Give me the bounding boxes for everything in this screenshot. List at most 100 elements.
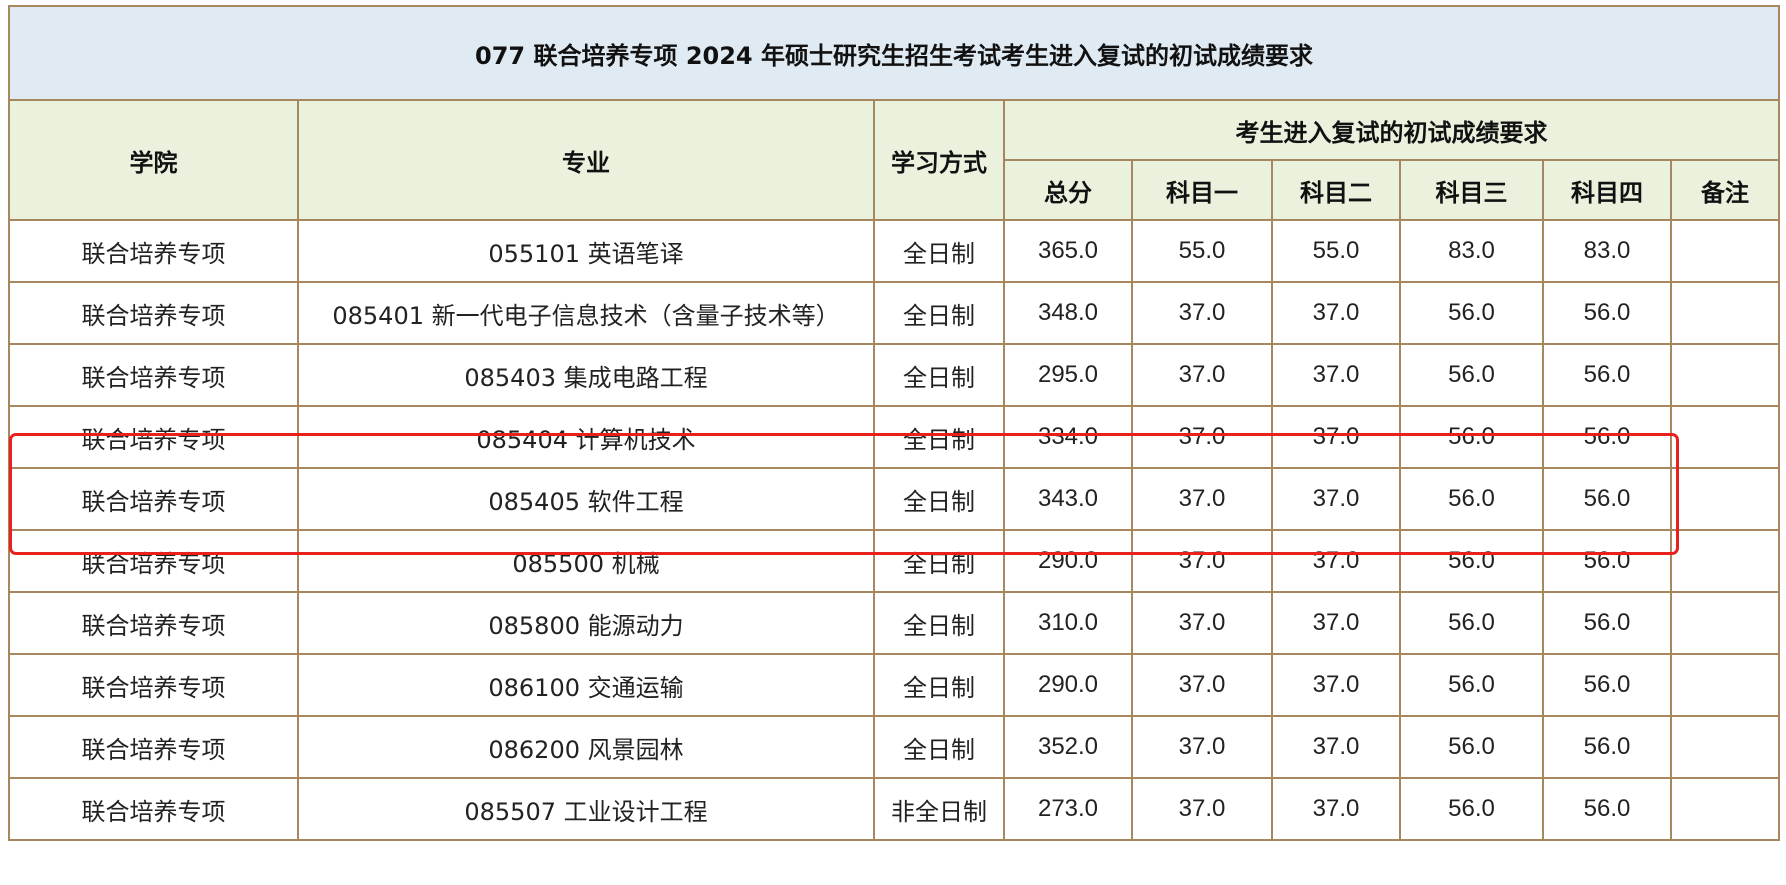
cell-total: 352.0 bbox=[1003, 715, 1133, 779]
table-row: 联合培养专项 085404 计算机技术 全日制 334.0 37.0 37.0 56.0 56… bbox=[8, 405, 1780, 469]
cell-major: 086100 交通运输 bbox=[297, 653, 875, 717]
cell-subject-3: 56.0 bbox=[1399, 467, 1544, 531]
cell-college: 联合培养专项 bbox=[8, 343, 299, 407]
cell-total: 290.0 bbox=[1003, 529, 1133, 593]
table-row: 联合培养专项 085403 集成电路工程 全日制 295.0 37.0 37.0 56.0 5… bbox=[8, 343, 1780, 407]
header-subject-3: 科目三 bbox=[1399, 159, 1544, 221]
cell-subject-3: 56.0 bbox=[1399, 715, 1544, 779]
cell-subject-4: 56.0 bbox=[1542, 405, 1672, 469]
header-subject-2: 科目二 bbox=[1271, 159, 1401, 221]
cell-subject-3: 56.0 bbox=[1399, 529, 1544, 593]
cell-subject-2: 37.0 bbox=[1271, 653, 1401, 717]
cell-subject-2: 37.0 bbox=[1271, 405, 1401, 469]
cell-subject-2: 37.0 bbox=[1271, 529, 1401, 593]
cell-major: 085500 机械 bbox=[297, 529, 875, 593]
cell-remark bbox=[1670, 343, 1780, 407]
cell-major: 085405 软件工程 bbox=[297, 467, 875, 531]
cell-subject-1: 37.0 bbox=[1131, 591, 1273, 655]
cell-subject-3: 56.0 bbox=[1399, 343, 1544, 407]
cell-major: 085401 新一代电子信息技术（含量子技术等） bbox=[297, 281, 875, 345]
header-total: 总分 bbox=[1003, 159, 1133, 221]
table-row: 联合培养专项 085500 机械 全日制 290.0 37.0 37.0 56.0 56.0 bbox=[8, 529, 1780, 593]
table-row: 联合培养专项 086100 交通运输 全日制 290.0 37.0 37.0 56.0 56.… bbox=[8, 653, 1780, 717]
table-row: 联合培养专项 085401 新一代电子信息技术（含量子技术等） 全日制 348.0 37… bbox=[8, 281, 1780, 345]
cell-subject-1: 37.0 bbox=[1131, 343, 1273, 407]
cell-study-mode: 全日制 bbox=[873, 405, 1005, 469]
cell-subject-3: 56.0 bbox=[1399, 777, 1544, 841]
cell-college: 联合培养专项 bbox=[8, 777, 299, 841]
cell-remark bbox=[1670, 219, 1780, 283]
cell-major: 085800 能源动力 bbox=[297, 591, 875, 655]
header-subject-4: 科目四 bbox=[1542, 159, 1672, 221]
cell-college: 联合培养专项 bbox=[8, 281, 299, 345]
cell-subject-4: 56.0 bbox=[1542, 653, 1672, 717]
cell-study-mode: 全日制 bbox=[873, 281, 1005, 345]
cell-total: 273.0 bbox=[1003, 777, 1133, 841]
cell-study-mode: 全日制 bbox=[873, 591, 1005, 655]
cell-subject-2: 37.0 bbox=[1271, 343, 1401, 407]
cell-subject-2: 55.0 bbox=[1271, 219, 1401, 283]
cell-remark bbox=[1670, 467, 1780, 531]
table-row: 联合培养专项 085405 软件工程 全日制 343.0 37.0 37.0 56.0 56.… bbox=[8, 467, 1780, 531]
cell-total: 343.0 bbox=[1003, 467, 1133, 531]
cell-subject-4: 56.0 bbox=[1542, 467, 1672, 531]
cell-remark bbox=[1670, 715, 1780, 779]
cell-subject-3: 83.0 bbox=[1399, 219, 1544, 283]
cell-major: 055101 英语笔译 bbox=[297, 219, 875, 283]
cell-subject-4: 56.0 bbox=[1542, 343, 1672, 407]
table-row: 联合培养专项 085800 能源动力 全日制 310.0 37.0 37.0 56.0 56.… bbox=[8, 591, 1780, 655]
cell-subject-4: 56.0 bbox=[1542, 591, 1672, 655]
cell-subject-2: 37.0 bbox=[1271, 281, 1401, 345]
cell-subject-4: 56.0 bbox=[1542, 529, 1672, 593]
cell-total: 348.0 bbox=[1003, 281, 1133, 345]
cell-remark bbox=[1670, 281, 1780, 345]
cell-subject-3: 56.0 bbox=[1399, 653, 1544, 717]
cell-college: 联合培养专项 bbox=[8, 219, 299, 283]
cell-subject-2: 37.0 bbox=[1271, 777, 1401, 841]
cell-subject-4: 83.0 bbox=[1542, 219, 1672, 283]
cell-subject-2: 37.0 bbox=[1271, 715, 1401, 779]
cell-study-mode: 全日制 bbox=[873, 715, 1005, 779]
cell-college: 联合培养专项 bbox=[8, 529, 299, 593]
cell-remark bbox=[1670, 405, 1780, 469]
cell-subject-2: 37.0 bbox=[1271, 591, 1401, 655]
cell-study-mode: 全日制 bbox=[873, 529, 1005, 593]
cell-major: 085404 计算机技术 bbox=[297, 405, 875, 469]
cell-major: 085507 工业设计工程 bbox=[297, 777, 875, 841]
table-row: 联合培养专项 086200 风景园林 全日制 352.0 37.0 37.0 56.0 56.… bbox=[8, 715, 1780, 779]
cell-major: 086200 风景园林 bbox=[297, 715, 875, 779]
cell-total: 365.0 bbox=[1003, 219, 1133, 283]
table-row: 联合培养专项 085507 工业设计工程 非全日制 273.0 37.0 37.0 56.0… bbox=[8, 777, 1780, 841]
cell-total: 290.0 bbox=[1003, 653, 1133, 717]
cell-subject-4: 56.0 bbox=[1542, 777, 1672, 841]
cell-study-mode: 全日制 bbox=[873, 653, 1005, 717]
cell-subject-3: 56.0 bbox=[1399, 591, 1544, 655]
cell-college: 联合培养专项 bbox=[8, 405, 299, 469]
cell-college: 联合培养专项 bbox=[8, 653, 299, 717]
cell-subject-1: 37.0 bbox=[1131, 405, 1273, 469]
header-row-1: 学院 专业 学习方式 考生进入复试的初试成绩要求 bbox=[8, 99, 1780, 221]
title-row: 077 联合培养专项 2024 年硕士研究生招生考试考生进入复试的初试成绩要求 bbox=[8, 5, 1780, 101]
cell-subject-2: 37.0 bbox=[1271, 467, 1401, 531]
cell-total: 295.0 bbox=[1003, 343, 1133, 407]
cell-subject-1: 55.0 bbox=[1131, 219, 1273, 283]
cell-remark bbox=[1670, 529, 1780, 593]
header-remark: 备注 bbox=[1670, 159, 1780, 221]
score-requirements-table: 077 联合培养专项 2024 年硕士研究生招生考试考生进入复试的初试成绩要求 … bbox=[8, 5, 1780, 841]
cell-subject-1: 37.0 bbox=[1131, 653, 1273, 717]
cell-study-mode: 全日制 bbox=[873, 219, 1005, 283]
cell-subject-1: 37.0 bbox=[1131, 777, 1273, 841]
cell-subject-1: 37.0 bbox=[1131, 529, 1273, 593]
header-college: 学院 bbox=[8, 99, 299, 221]
cell-study-mode: 全日制 bbox=[873, 467, 1005, 531]
cell-study-mode: 非全日制 bbox=[873, 777, 1005, 841]
cell-subject-1: 37.0 bbox=[1131, 715, 1273, 779]
cell-total: 310.0 bbox=[1003, 591, 1133, 655]
header-major: 专业 bbox=[297, 99, 875, 221]
cell-college: 联合培养专项 bbox=[8, 715, 299, 779]
cell-study-mode: 全日制 bbox=[873, 343, 1005, 407]
cell-subject-4: 56.0 bbox=[1542, 281, 1672, 345]
header-requirements-group: 考生进入复试的初试成绩要求 bbox=[1003, 99, 1780, 161]
cell-remark bbox=[1670, 653, 1780, 717]
cell-subject-3: 56.0 bbox=[1399, 281, 1544, 345]
